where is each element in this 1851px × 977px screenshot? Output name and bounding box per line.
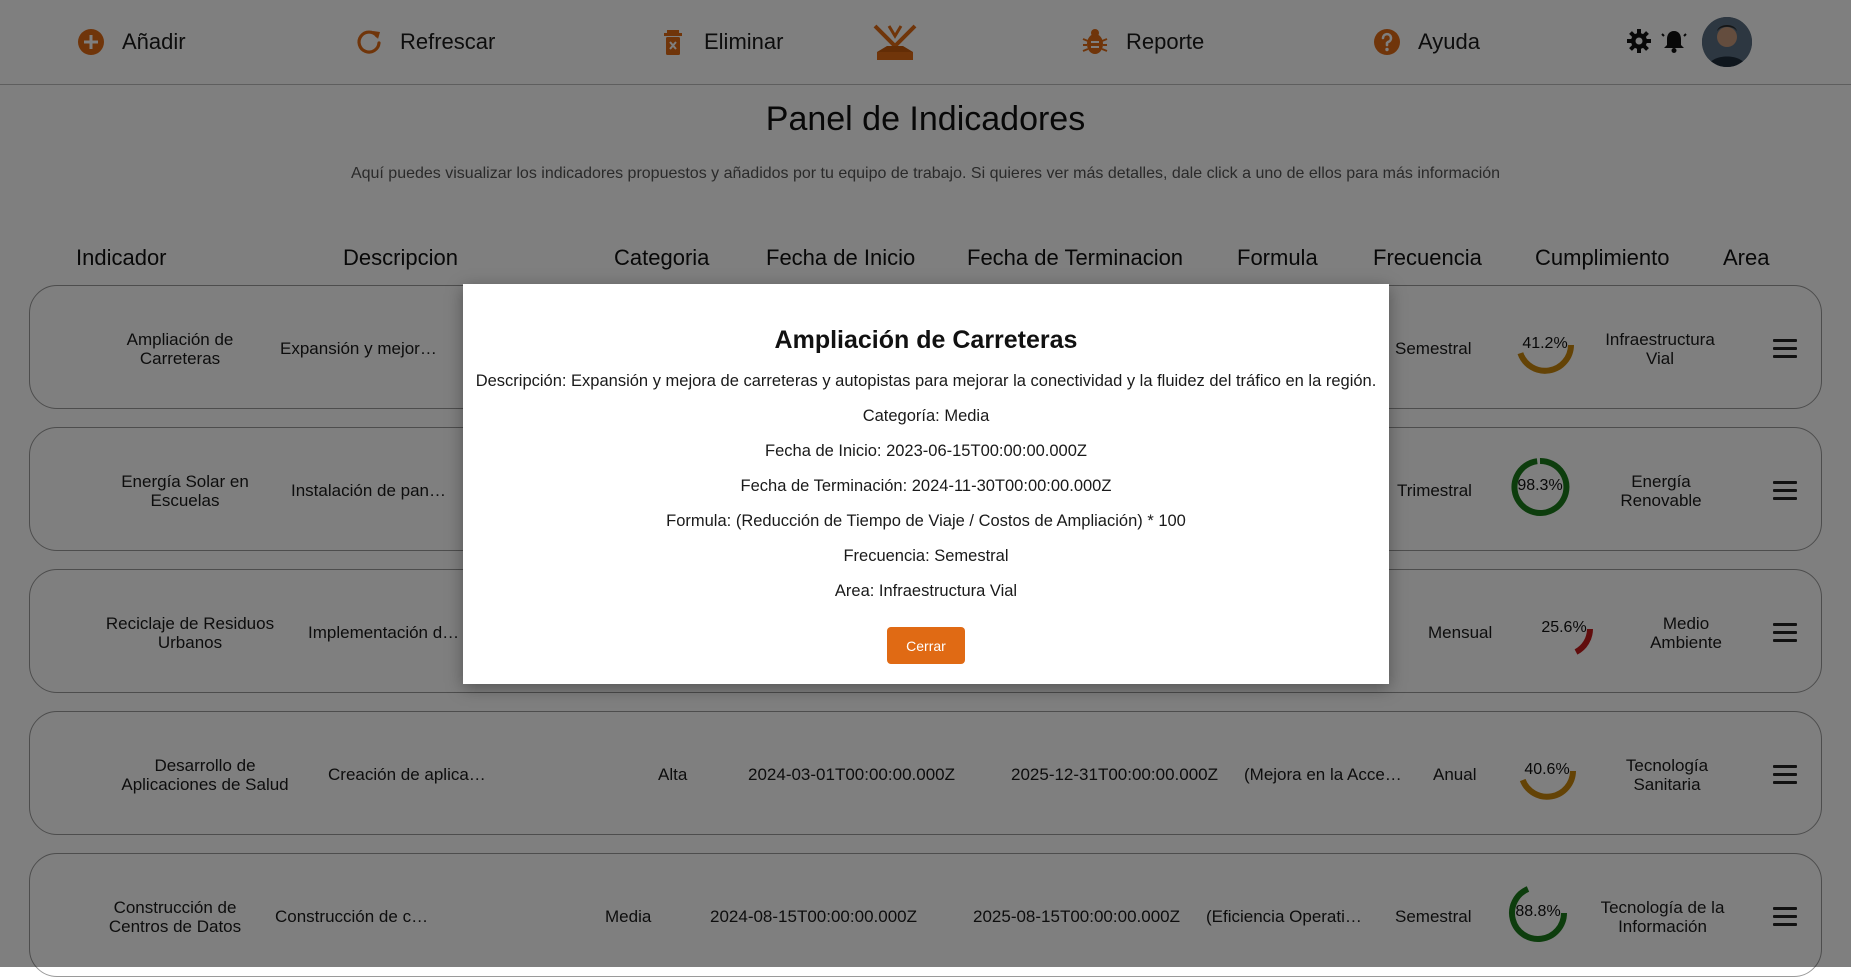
modal-frequency: Frecuencia: Semestral bbox=[843, 547, 1009, 565]
close-button[interactable]: Cerrar bbox=[887, 627, 965, 664]
modal-end-date: Fecha de Terminación: 2024-11-30T00:00:0… bbox=[740, 477, 1112, 495]
modal-category: Categoría: Media bbox=[862, 407, 990, 425]
modal-start-date: Fecha de Inicio: 2023-06-15T00:00:00.000… bbox=[765, 442, 1087, 460]
indicator-detail-modal: Ampliación de Carreteras Descripción: Ex… bbox=[463, 284, 1389, 684]
modal-title: Ampliación de Carreteras bbox=[774, 326, 1078, 354]
modal-formula: Formula: (Reducción de Tiempo de Viaje /… bbox=[666, 512, 1186, 530]
modal-area: Area: Infraestructura Vial bbox=[834, 582, 1018, 600]
modal-description: Descripción: Expansión y mejora de carre… bbox=[475, 372, 1377, 390]
